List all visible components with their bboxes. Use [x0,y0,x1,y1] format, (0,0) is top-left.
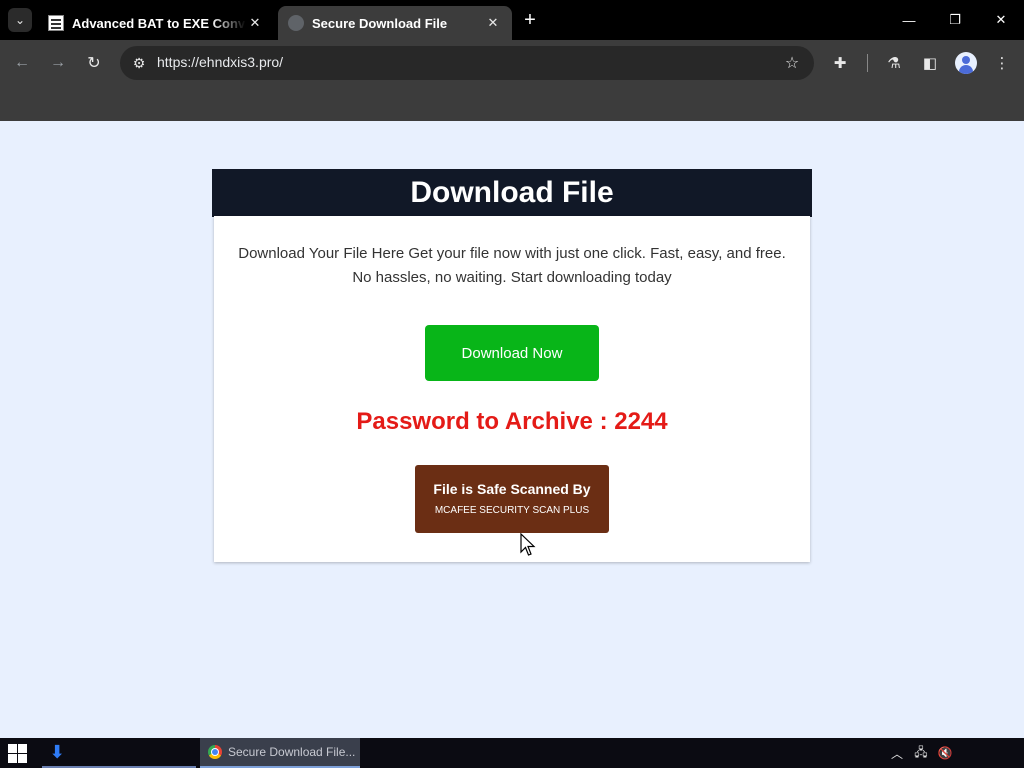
network-icon[interactable]: 🖧 [913,745,929,761]
globe-icon [288,15,304,31]
flask-icon[interactable]: ⚗ [881,50,907,76]
tab-secure-download[interactable]: Secure Download File ✕ [278,6,512,40]
browser-tab-bar: ⌄ Advanced BAT to EXE Converter ✕ Secure… [0,0,1024,40]
close-window-icon[interactable]: ✕ [978,0,1024,40]
reload-icon[interactable]: ↻ [81,50,107,76]
tab-bat-to-exe[interactable]: Advanced BAT to EXE Converter ✕ [38,6,274,40]
star-icon[interactable]: ☆ [780,51,804,75]
minimize-icon[interactable]: — [886,0,932,40]
mouse-cursor-icon [520,533,536,556]
download-now-button[interactable]: Download Now [425,325,599,381]
scan-badge-title: File is Safe Scanned By [433,481,591,497]
profile-icon[interactable] [955,52,977,74]
arrow-right-icon[interactable]: → [45,50,71,76]
kebab-menu-icon[interactable]: ⋮ [989,50,1015,76]
page-title: Download File [212,169,812,217]
windows-start-icon[interactable] [6,743,28,763]
description-text: Download Your File Here Get your file no… [238,245,786,286]
puzzle-icon[interactable]: ✚ [827,50,853,76]
close-icon[interactable]: ✕ [484,14,502,32]
download-icon: ⬇ [49,741,65,762]
address-bar[interactable]: ⚙ https://ehndxis3.pro/ ☆ [120,46,814,80]
restore-icon[interactable]: ❐ [932,0,978,40]
windows-taskbar: ⬇ Secure Download File... ︿ 🖧 🔇 [0,738,1024,768]
tab-title: Advanced BAT to EXE Converter [72,15,246,31]
plus-icon[interactable]: + [518,8,542,32]
volume-muted-icon[interactable]: 🔇 [937,745,953,761]
scan-badge-subtitle: MCAFEE SECURITY SCAN PLUS [434,505,590,516]
archive-password-text: Password to Archive : 2244 [356,408,668,435]
close-icon[interactable]: ✕ [246,14,264,32]
side-panel-icon[interactable]: ◧ [917,50,943,76]
taskbar-app-label: Secure Download File... [228,745,356,759]
app-favicon-icon [48,15,64,31]
taskbar-browser-item[interactable]: Secure Download File... [200,738,360,768]
security-scan-badge[interactable]: File is Safe Scanned By MCAFEE SECURITY … [415,465,609,533]
bookmarks-bar [0,85,1024,121]
browser-toolbar: ← → ↻ ⚙ https://ehndxis3.pro/ ☆ ✚ ⚗ ◧ ⋮ [0,40,1024,85]
toolbar-divider [867,54,868,72]
tune-icon[interactable]: ⚙ [128,52,150,74]
arrow-left-icon[interactable]: ← [9,50,35,76]
chevron-down-icon[interactable]: ⌄ [8,8,32,32]
taskbar-download-item[interactable]: ⬇ [42,738,196,768]
download-card: Download Your File Here Get your file no… [214,216,810,562]
chevron-up-icon[interactable]: ︿ [889,745,905,761]
tab-title: Secure Download File [312,15,448,31]
chrome-icon [208,745,222,759]
url-text[interactable]: https://ehndxis3.pro/ [157,54,283,70]
